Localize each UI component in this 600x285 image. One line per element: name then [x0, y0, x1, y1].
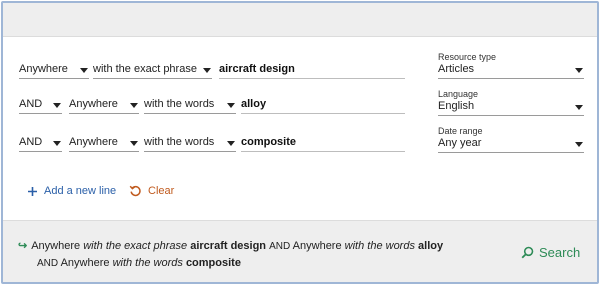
language-value: English: [438, 100, 475, 112]
top-bar: [3, 3, 597, 37]
query-token: with the words: [344, 240, 415, 252]
row2-qualifier-value: with the words: [144, 98, 215, 110]
query-summary-line-1: ↪ Anywhere with the exact phrase aircraft…: [18, 238, 443, 255]
undo-icon: [129, 185, 141, 197]
row2-term-value: alloy: [241, 98, 267, 110]
caret-down-icon: [130, 103, 138, 108]
caret-down-icon: [227, 141, 235, 146]
query-token: Anywhere: [292, 240, 342, 252]
row2-field-select[interactable]: Anywhere: [69, 97, 139, 114]
row3-term-input[interactable]: composite: [241, 135, 405, 152]
query-token: Anywhere: [31, 240, 81, 252]
query-token: aircraft design: [190, 240, 267, 252]
row2-qualifier-select[interactable]: with the words: [144, 97, 236, 114]
caret-down-icon: [575, 105, 583, 110]
date-range-select[interactable]: Any year: [438, 136, 584, 153]
query-token: AND: [37, 258, 59, 269]
resource-type-label: Resource type: [438, 52, 497, 62]
row2-field-value: Anywhere: [69, 98, 118, 110]
resource-type-value: Articles: [438, 63, 475, 75]
caret-down-icon: [203, 68, 211, 73]
query-token: with the words: [112, 257, 183, 269]
row1-term-input[interactable]: aircraft design: [219, 62, 405, 79]
caret-down-icon: [575, 142, 583, 147]
row3-operator-value: AND: [19, 136, 43, 148]
caret-down-icon: [227, 103, 235, 108]
row3-operator-select[interactable]: AND: [19, 135, 62, 152]
clear-button[interactable]: Clear: [129, 184, 174, 197]
row1-qualifier-value: with the exact phrase: [93, 63, 197, 75]
date-range-label: Date range: [438, 126, 483, 136]
caret-down-icon: [80, 68, 88, 73]
language-label: Language: [438, 89, 479, 99]
row2-term-input[interactable]: alloy: [241, 97, 405, 114]
query-summary-line-2: AND Anywhere with the words composite: [18, 255, 443, 272]
caret-down-icon: [53, 141, 61, 146]
query-token: composite: [185, 257, 241, 269]
query-summary: ↪ Anywhere with the exact phrase aircraft…: [18, 238, 443, 272]
row3-field-select[interactable]: Anywhere: [69, 135, 139, 152]
query-token: with the exact phrase: [83, 240, 188, 252]
search-label: Search: [539, 245, 581, 260]
language-select[interactable]: English: [438, 99, 584, 116]
advanced-search-panel: Anywhere with the exact phrase aircraft …: [1, 1, 599, 284]
search-icon: [521, 246, 534, 259]
row3-qualifier-value: with the words: [144, 136, 215, 148]
search-button[interactable]: Search: [521, 245, 580, 260]
caret-down-icon: [575, 68, 583, 73]
date-range-value: Any year: [438, 137, 482, 149]
row3-term-value: composite: [241, 136, 297, 148]
arrow-right-icon: ↪: [18, 240, 28, 252]
row1-field-value: Anywhere: [19, 63, 68, 75]
row3-field-value: Anywhere: [69, 136, 118, 148]
row1-term-value: aircraft design: [219, 63, 295, 75]
row2-operator-select[interactable]: AND: [19, 97, 62, 114]
resource-type-select[interactable]: Articles: [438, 62, 584, 79]
row1-field-select[interactable]: Anywhere: [19, 62, 89, 79]
query-token: AND: [269, 241, 291, 252]
row1-qualifier-select[interactable]: with the exact phrase: [93, 62, 212, 79]
row3-qualifier-select[interactable]: with the words: [144, 135, 236, 152]
add-line-label: Add a new line: [44, 185, 117, 197]
query-token: alloy: [418, 240, 444, 252]
clear-label: Clear: [148, 184, 175, 197]
query-token: Anywhere: [60, 257, 110, 269]
caret-down-icon: [130, 141, 138, 146]
plus-icon: [28, 186, 37, 196]
add-line-button[interactable]: Add a new line: [27, 185, 116, 197]
caret-down-icon: [53, 103, 61, 108]
row2-operator-value: AND: [19, 98, 43, 110]
